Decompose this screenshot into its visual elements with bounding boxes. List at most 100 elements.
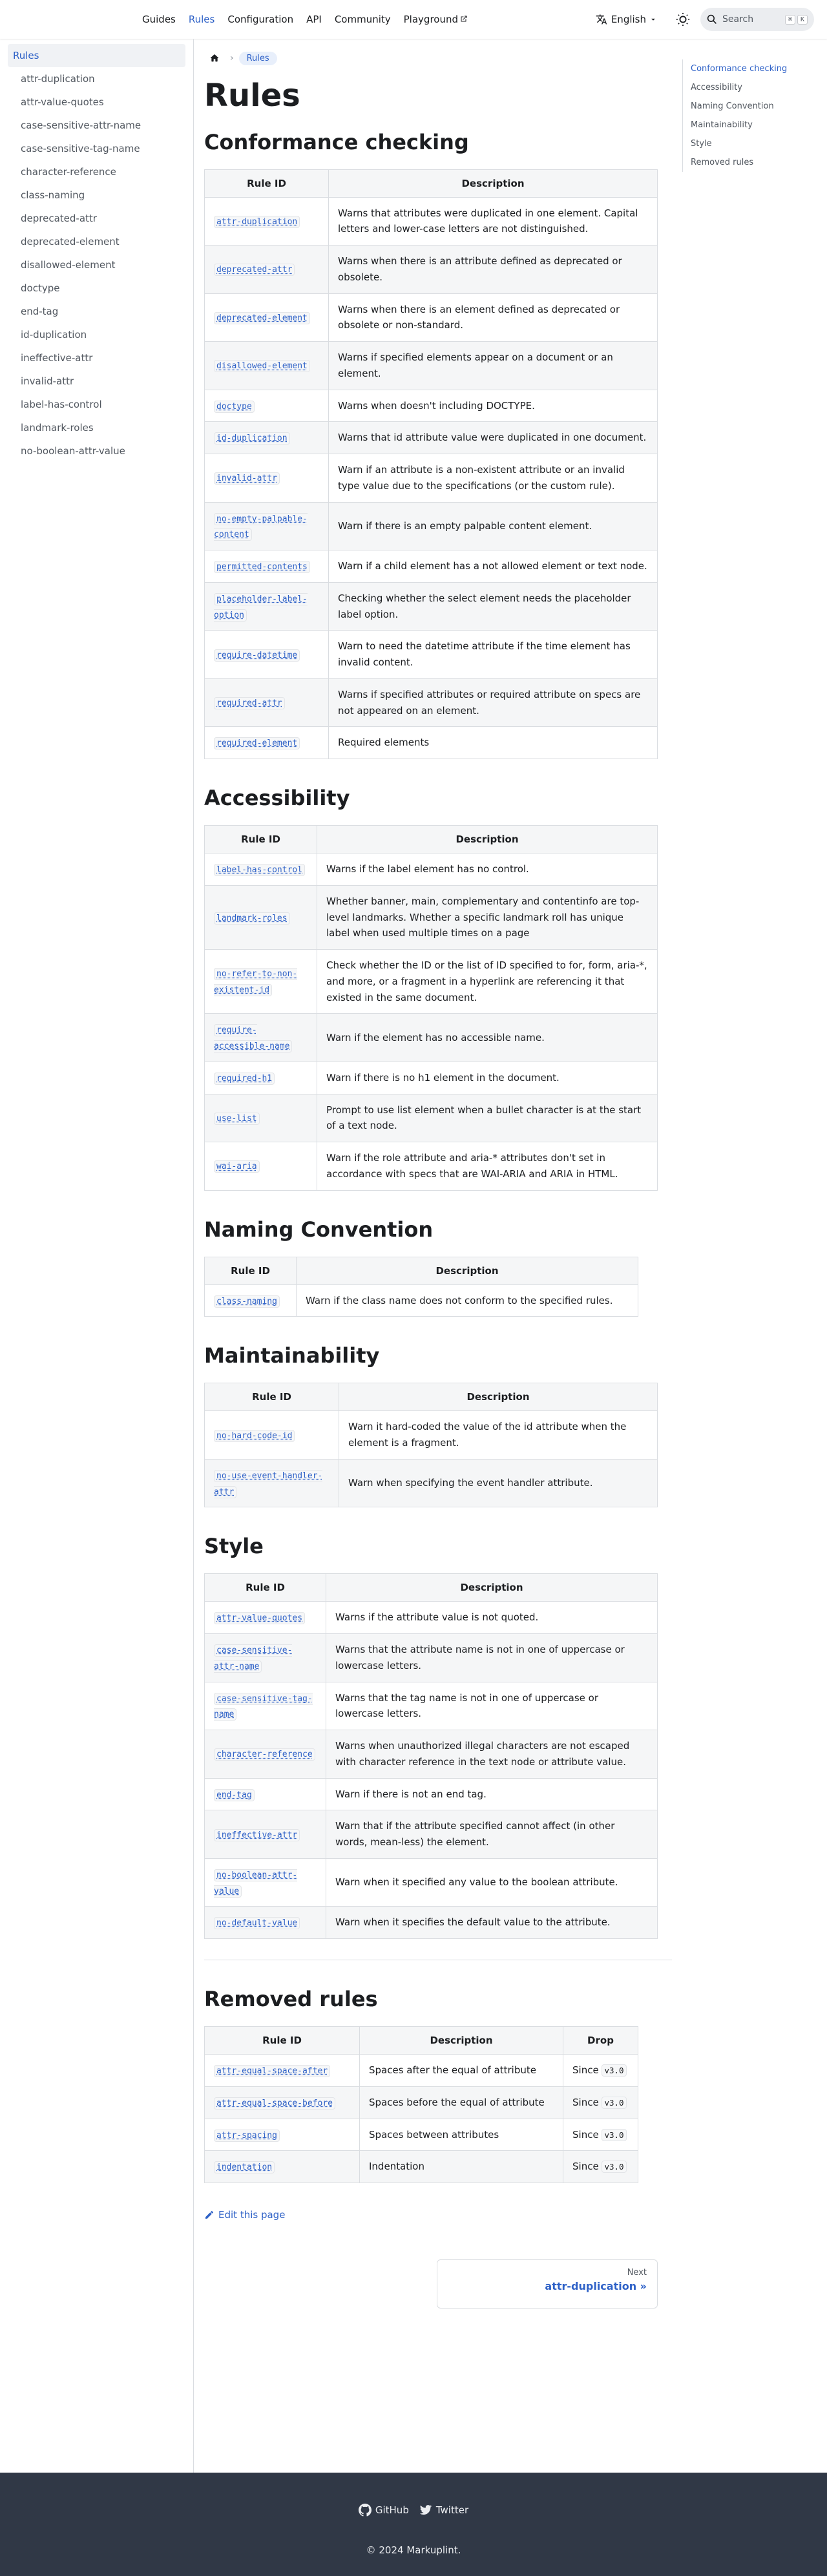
- rule-link[interactable]: require-accessible-name: [214, 1024, 293, 1053]
- next-page-label: attr-duplication »: [545, 2280, 647, 2293]
- rule-link[interactable]: doctype: [214, 400, 255, 413]
- sidebar-item-landmark-roles[interactable]: landmark-roles: [8, 416, 185, 439]
- nav-link-guides[interactable]: Guides: [142, 14, 176, 25]
- rule-link[interactable]: landmark-roles: [214, 912, 290, 925]
- rule-link[interactable]: no-refer-to-non-existent-id: [214, 968, 298, 997]
- toc-item-naming[interactable]: Naming Convention: [691, 97, 811, 116]
- rule-link[interactable]: ineffective-attr: [214, 1828, 300, 1841]
- edit-page-link[interactable]: Edit this page: [204, 2209, 672, 2221]
- rule-link[interactable]: attr-equal-space-after: [214, 2065, 331, 2078]
- rule-link[interactable]: no-default-value: [214, 1917, 300, 1930]
- rule-link[interactable]: attr-spacing: [214, 2129, 280, 2142]
- rule-link[interactable]: invalid-attr: [214, 472, 280, 485]
- rule-link[interactable]: id-duplication: [214, 432, 290, 445]
- sidebar-item-ineffective-attr[interactable]: ineffective-attr: [8, 346, 185, 370]
- rule-id-cell: no-empty-palpable-content: [204, 501, 329, 551]
- rule-link[interactable]: required-attr: [214, 697, 285, 710]
- rule-link[interactable]: class-naming: [214, 1295, 280, 1308]
- theme-toggle[interactable]: [676, 12, 690, 26]
- sidebar-item-deprecated-element[interactable]: deprecated-element: [8, 230, 185, 253]
- rule-link[interactable]: indentation: [214, 2161, 275, 2174]
- nav-link-rules[interactable]: Rules: [189, 14, 215, 25]
- rule-link[interactable]: wai-aria: [214, 1160, 260, 1173]
- table-row: attr-equal-space-before Spaces before the…: [204, 2086, 638, 2119]
- rule-link[interactable]: end-tag: [214, 1788, 255, 1801]
- rule-link[interactable]: require-datetime: [214, 649, 300, 662]
- sidebar-item-case-sensitive-tag-name[interactable]: case-sensitive-tag-name: [8, 137, 185, 160]
- sidebar-item-invalid-attr[interactable]: invalid-attr: [8, 370, 185, 393]
- table-row: label-has-control Warns if the label elem…: [204, 853, 658, 886]
- table-row: no-hard-code-id Warn it hard-coded the va…: [204, 1410, 658, 1460]
- table-row: use-list Prompt to use list element when …: [204, 1093, 658, 1143]
- search-label: Search: [722, 14, 754, 25]
- rule-link[interactable]: attr-value-quotes: [214, 1612, 306, 1625]
- sidebar-item-character-reference[interactable]: character-reference: [8, 160, 185, 183]
- rule-link[interactable]: no-use-event-handler-attr: [214, 1469, 323, 1498]
- rule-link[interactable]: permitted-contents: [214, 561, 310, 574]
- nav-link-configuration[interactable]: Configuration: [227, 14, 293, 25]
- sidebar-item-id-duplication[interactable]: id-duplication: [8, 323, 185, 346]
- rule-link[interactable]: no-boolean-attr-value: [214, 1869, 298, 1898]
- table-row: placeholder-label-option Checking whether…: [204, 581, 658, 631]
- rule-link[interactable]: attr-equal-space-before: [214, 2097, 336, 2110]
- breadcrumb-home[interactable]: [204, 50, 225, 66]
- description-cell: Required elements: [328, 726, 658, 760]
- table-of-contents: Conformance checking Accessibility Namin…: [682, 59, 811, 172]
- nav-link-community[interactable]: Community: [335, 14, 391, 25]
- toc-item-maintainability[interactable]: Maintainability: [691, 116, 811, 134]
- language-dropdown[interactable]: English: [596, 14, 662, 25]
- rule-id-cell: label-has-control: [204, 853, 317, 886]
- rule-link[interactable]: attr-duplication: [214, 215, 300, 228]
- sidebar-item-class-naming[interactable]: class-naming: [8, 183, 185, 207]
- sidebar-item-rules[interactable]: Rules: [8, 44, 185, 67]
- rule-link[interactable]: no-hard-code-id: [214, 1429, 295, 1442]
- rule-link[interactable]: label-has-control: [214, 864, 306, 877]
- rule-link[interactable]: no-empty-palpable-content: [214, 512, 308, 541]
- table-row: case-sensitive-tag-name Warns that the ta…: [204, 1681, 658, 1731]
- rule-link[interactable]: case-sensitive-attr-name: [214, 1644, 293, 1673]
- rule-link[interactable]: use-list: [214, 1112, 260, 1125]
- description-cell: Spaces between attributes: [359, 2118, 563, 2152]
- table-row: required-h1 Warn if there is no h1 elemen…: [204, 1061, 658, 1094]
- sidebar-item-disallowed-element[interactable]: disallowed-element: [8, 253, 185, 277]
- toc-item-conformance[interactable]: Conformance checking: [691, 59, 811, 78]
- sidebar-item-label-has-control[interactable]: label-has-control: [8, 393, 185, 416]
- rule-link[interactable]: deprecated-element: [214, 311, 310, 324]
- footer-link-twitter[interactable]: Twitter: [419, 2504, 468, 2517]
- table-conformance: Rule ID Description attr-duplication Warn…: [204, 169, 658, 760]
- external-link-icon: [460, 14, 468, 25]
- description-cell: Warn to need the datetime attribute if t…: [328, 630, 658, 679]
- rule-link[interactable]: required-h1: [214, 1072, 275, 1085]
- sidebar-item-deprecated-attr[interactable]: deprecated-attr: [8, 207, 185, 230]
- rule-link[interactable]: required-element: [214, 737, 300, 750]
- sidebar-item-doctype[interactable]: doctype: [8, 277, 185, 300]
- sidebar-item-end-tag[interactable]: end-tag: [8, 300, 185, 323]
- sidebar-item-attr-value-quotes[interactable]: attr-value-quotes: [8, 90, 185, 114]
- sidebar-item-no-boolean-attr-value[interactable]: no-boolean-attr-value: [8, 439, 185, 463]
- rule-id-cell: placeholder-label-option: [204, 581, 329, 631]
- nav-link-playground[interactable]: Playground: [404, 14, 468, 25]
- rule-link[interactable]: deprecated-attr: [214, 264, 295, 277]
- toc-item-style[interactable]: Style: [691, 134, 811, 153]
- footer-link-github[interactable]: GitHub: [358, 2504, 409, 2517]
- description-cell: Whether banner, main, complementary and …: [317, 885, 658, 950]
- rule-link[interactable]: disallowed-element: [214, 360, 310, 373]
- description-cell: Spaces before the equal of attribute: [359, 2086, 563, 2119]
- rule-id-cell: required-element: [204, 726, 329, 760]
- search-button[interactable]: Search ⌘ K: [700, 8, 814, 31]
- sidebar: Rules attr-duplication attr-value-quotes ca…: [0, 39, 194, 2473]
- sidebar-item-case-sensitive-attr-name[interactable]: case-sensitive-attr-name: [8, 114, 185, 137]
- nav-link-api[interactable]: API: [306, 14, 322, 25]
- toc-item-removed[interactable]: Removed rules: [691, 153, 811, 172]
- kbd-cmd: ⌘: [784, 14, 795, 25]
- toc-item-accessibility[interactable]: Accessibility: [691, 78, 811, 97]
- rule-link[interactable]: case-sensitive-tag-name: [214, 1692, 313, 1721]
- col-header-rule-id: Rule ID: [204, 825, 317, 854]
- sidebar-item-attr-duplication[interactable]: attr-duplication: [8, 67, 185, 90]
- rule-id-cell: deprecated-attr: [204, 245, 329, 294]
- next-page-link[interactable]: Next attr-duplication »: [437, 2259, 658, 2309]
- rule-link[interactable]: placeholder-label-option: [214, 592, 308, 622]
- col-header-description: Description: [317, 825, 658, 854]
- rule-link[interactable]: character-reference: [214, 1748, 315, 1761]
- rule-id-cell: require-datetime: [204, 630, 329, 679]
